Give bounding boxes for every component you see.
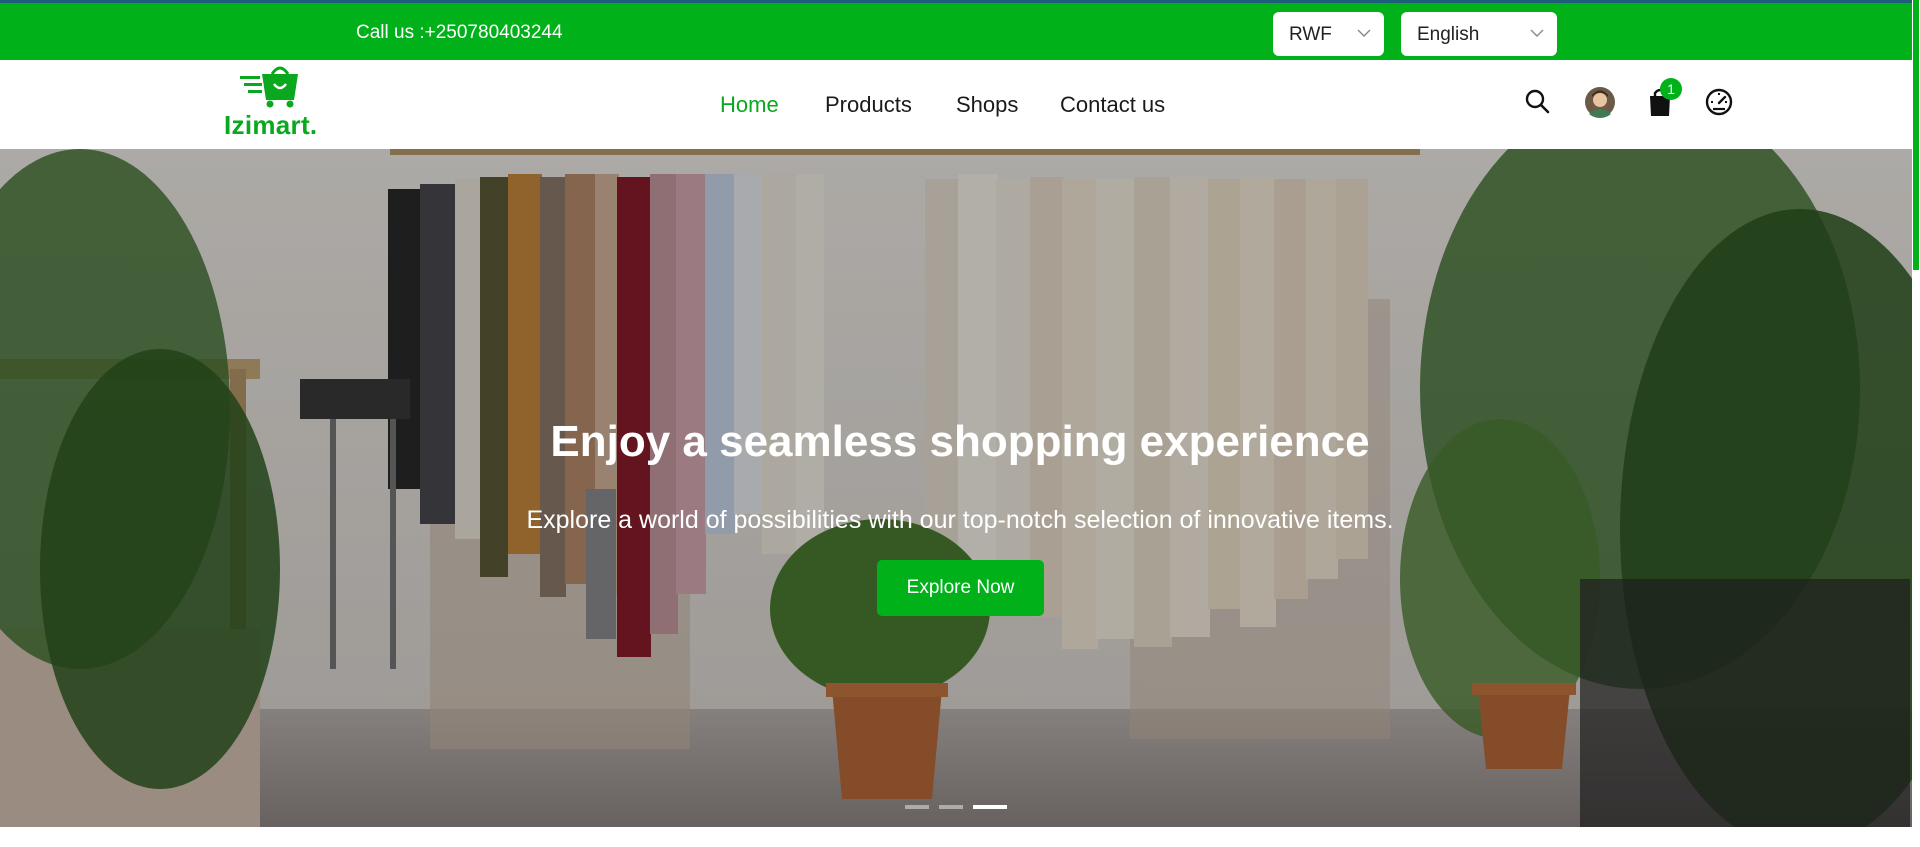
top-bar: Call us :+250780403244 RWF English bbox=[0, 0, 1912, 60]
scrollbar-thumb[interactable] bbox=[1913, 0, 1919, 270]
currency-select[interactable]: RWF bbox=[1273, 12, 1384, 56]
page-scrollbar[interactable] bbox=[1912, 0, 1920, 847]
nav-links: Home Products Shops Contact us bbox=[0, 92, 1912, 122]
carousel-dot-2[interactable] bbox=[939, 805, 963, 809]
language-value: English bbox=[1417, 24, 1480, 45]
explore-now-button[interactable]: Explore Now bbox=[877, 560, 1044, 616]
carousel-dot-1[interactable] bbox=[905, 805, 929, 809]
dashboard-gauge-icon[interactable] bbox=[1701, 84, 1737, 120]
nav-link-shops[interactable]: Shops bbox=[956, 92, 1018, 118]
carousel-dot-3[interactable] bbox=[973, 805, 1007, 809]
call-us-text: Call us :+250780403244 bbox=[356, 22, 563, 43]
chevron-down-icon bbox=[1530, 29, 1544, 37]
hero-title: Enjoy a seamless shopping experience bbox=[550, 417, 1370, 466]
chevron-down-icon bbox=[1357, 29, 1371, 37]
search-icon[interactable] bbox=[1520, 84, 1556, 120]
nav-link-contact[interactable]: Contact us bbox=[1060, 92, 1165, 118]
avatar[interactable] bbox=[1582, 84, 1618, 120]
language-select[interactable]: English bbox=[1401, 12, 1557, 56]
currency-value: RWF bbox=[1289, 24, 1332, 45]
main-navbar: Izimart. Home Products Shops Contact us … bbox=[0, 60, 1912, 149]
hero-dark-overlay bbox=[0, 149, 1912, 827]
nav-link-home[interactable]: Home bbox=[720, 92, 779, 118]
nav-link-products[interactable]: Products bbox=[825, 92, 912, 118]
hero-carousel: Enjoy a seamless shopping experience Exp… bbox=[0, 149, 1912, 827]
cart-count-badge: 1 bbox=[1660, 78, 1682, 100]
hero-subtitle: Explore a world of possibilities with ou… bbox=[526, 506, 1394, 534]
